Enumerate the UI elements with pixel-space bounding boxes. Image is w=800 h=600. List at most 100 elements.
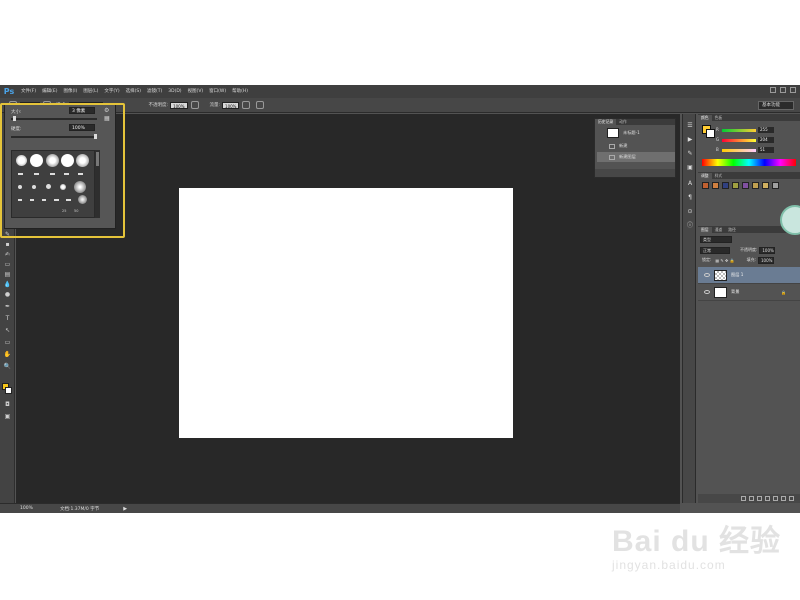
brush-preset[interactable]: [18, 185, 22, 189]
paragraph-panel-icon[interactable]: ¶: [686, 194, 694, 201]
tab-swatches[interactable]: 色板: [712, 115, 726, 121]
opacity-field[interactable]: 100%: [170, 101, 188, 109]
r-slider[interactable]: [722, 129, 756, 132]
brush-panel-icon[interactable]: ✎: [686, 150, 694, 157]
brush-preset[interactable]: [30, 154, 43, 167]
type-tool-icon[interactable]: T: [3, 315, 12, 322]
brush-preset[interactable]: [18, 199, 22, 201]
lock-icons[interactable]: ▦ ✎ ✥ 🔒: [715, 258, 734, 263]
layer-row[interactable]: 背景 🔒: [698, 284, 800, 301]
brush-tool-icon[interactable]: ✎: [3, 231, 12, 238]
brush-preset[interactable]: [78, 195, 87, 204]
size-slider[interactable]: [11, 116, 97, 121]
history-panel-icon[interactable]: ☰: [686, 122, 694, 129]
brush-preset[interactable]: [42, 199, 46, 201]
g-value[interactable]: 204: [758, 137, 774, 143]
menu-edit[interactable]: 编辑(E): [39, 85, 60, 98]
fx-icon[interactable]: [749, 496, 754, 501]
status-menu-arrow-icon[interactable]: ▶: [123, 506, 127, 512]
airbrush-icon[interactable]: [242, 101, 251, 109]
brush-preset[interactable]: [16, 155, 27, 166]
tab-layers[interactable]: 图层: [698, 226, 712, 233]
style-swatch[interactable]: [772, 182, 779, 189]
history-brush-icon[interactable]: ✍: [3, 251, 12, 258]
blend-mode-select[interactable]: 正常: [700, 246, 730, 254]
new-group-icon[interactable]: [773, 496, 778, 501]
history-state-new-layer[interactable]: 新建图层: [597, 152, 675, 162]
document-canvas[interactable]: [179, 188, 513, 438]
brush-grid-scrollbar[interactable]: [95, 150, 100, 218]
play-icon[interactable]: ▶: [686, 136, 694, 143]
flow-field[interactable]: 100%: [222, 101, 240, 109]
hardness-slider-knob[interactable]: [94, 134, 97, 139]
menu-filter[interactable]: 滤镜(T): [144, 85, 165, 98]
size-slider-knob[interactable]: [13, 116, 16, 121]
menu-3d[interactable]: 3D(D): [165, 85, 184, 98]
menu-type[interactable]: 文字(Y): [101, 85, 122, 98]
layer-name[interactable]: 图层 1: [731, 272, 743, 278]
menu-file[interactable]: 文件(F): [18, 85, 39, 98]
eraser-tool-icon[interactable]: ▭: [3, 261, 12, 268]
style-swatch[interactable]: [722, 182, 729, 189]
pressure-opacity-icon[interactable]: [190, 101, 199, 109]
tab-adjustments[interactable]: 调整: [698, 172, 712, 179]
new-layer-icon[interactable]: [781, 496, 786, 501]
hardness-slider[interactable]: [11, 134, 97, 139]
screen-mode-icon[interactable]: ▣: [3, 413, 12, 420]
menu-view[interactable]: 视图(V): [185, 85, 207, 98]
gradient-tool-icon[interactable]: ▤: [3, 271, 12, 278]
history-state-new[interactable]: 新建: [597, 141, 675, 151]
menu-image[interactable]: 图像(I): [60, 85, 80, 98]
new-preset-icon[interactable]: ▦: [104, 116, 110, 122]
add-mask-icon[interactable]: [757, 496, 762, 501]
tab-styles[interactable]: 样式: [712, 173, 726, 179]
brush-preset[interactable]: [34, 173, 39, 175]
style-swatch[interactable]: [762, 182, 769, 189]
layer-name[interactable]: 背景: [731, 289, 739, 295]
path-select-icon[interactable]: ↖: [3, 327, 12, 334]
character-panel-icon[interactable]: A: [686, 180, 694, 187]
clone-source-icon[interactable]: ▣: [686, 164, 694, 171]
maximize-icon[interactable]: [780, 87, 786, 93]
brush-preset[interactable]: [66, 199, 71, 201]
brush-preset[interactable]: [50, 173, 55, 175]
zoom-level[interactable]: 100%: [16, 506, 36, 511]
pen-tool-icon[interactable]: ✒: [3, 303, 12, 310]
close-icon[interactable]: [790, 87, 796, 93]
layer-kind-select[interactable]: 类型: [700, 235, 732, 243]
shape-tool-icon[interactable]: ▭: [3, 339, 12, 346]
b-slider[interactable]: [722, 149, 756, 152]
tab-paths[interactable]: 路径: [725, 227, 739, 233]
brush-preset[interactable]: [60, 184, 66, 190]
quick-mask-icon[interactable]: ◘: [3, 401, 12, 408]
workspace-select[interactable]: 基本功能: [758, 101, 794, 110]
b-value[interactable]: 51: [758, 147, 774, 153]
menu-layer[interactable]: 图层(L): [80, 85, 101, 98]
background-swatch[interactable]: [706, 129, 715, 138]
brush-preset[interactable]: [64, 173, 69, 175]
adjustment-layer-icon[interactable]: [765, 496, 770, 501]
history-snapshot[interactable]: 未标题-1: [597, 127, 675, 139]
link-layers-icon[interactable]: [741, 496, 746, 501]
fill-field[interactable]: 100%: [758, 256, 774, 264]
zoom-tool-icon[interactable]: 🔍: [3, 363, 12, 370]
g-slider[interactable]: [722, 139, 756, 142]
blur-tool-icon[interactable]: 💧: [3, 281, 12, 288]
tab-actions[interactable]: 动作: [616, 119, 630, 125]
hardness-field[interactable]: 100%: [69, 124, 95, 131]
brush-preset[interactable]: [30, 199, 34, 201]
dodge-tool-icon[interactable]: ●: [3, 291, 12, 298]
info-icon[interactable]: ⓘ: [686, 222, 694, 229]
background-color-swatch[interactable]: [5, 387, 12, 394]
pressure-size-icon[interactable]: [256, 101, 265, 109]
hand-tool-icon[interactable]: ✋: [3, 351, 12, 358]
brush-preset[interactable]: [76, 154, 89, 167]
tab-color[interactable]: 颜色: [698, 114, 712, 121]
minimize-icon[interactable]: [770, 87, 776, 93]
menu-select[interactable]: 选择(S): [123, 85, 144, 98]
eye-icon[interactable]: [704, 273, 710, 277]
brush-preset[interactable]: [46, 184, 51, 189]
eye-icon[interactable]: [704, 290, 710, 294]
style-swatch[interactable]: [742, 182, 749, 189]
brush-preset[interactable]: [78, 173, 83, 175]
